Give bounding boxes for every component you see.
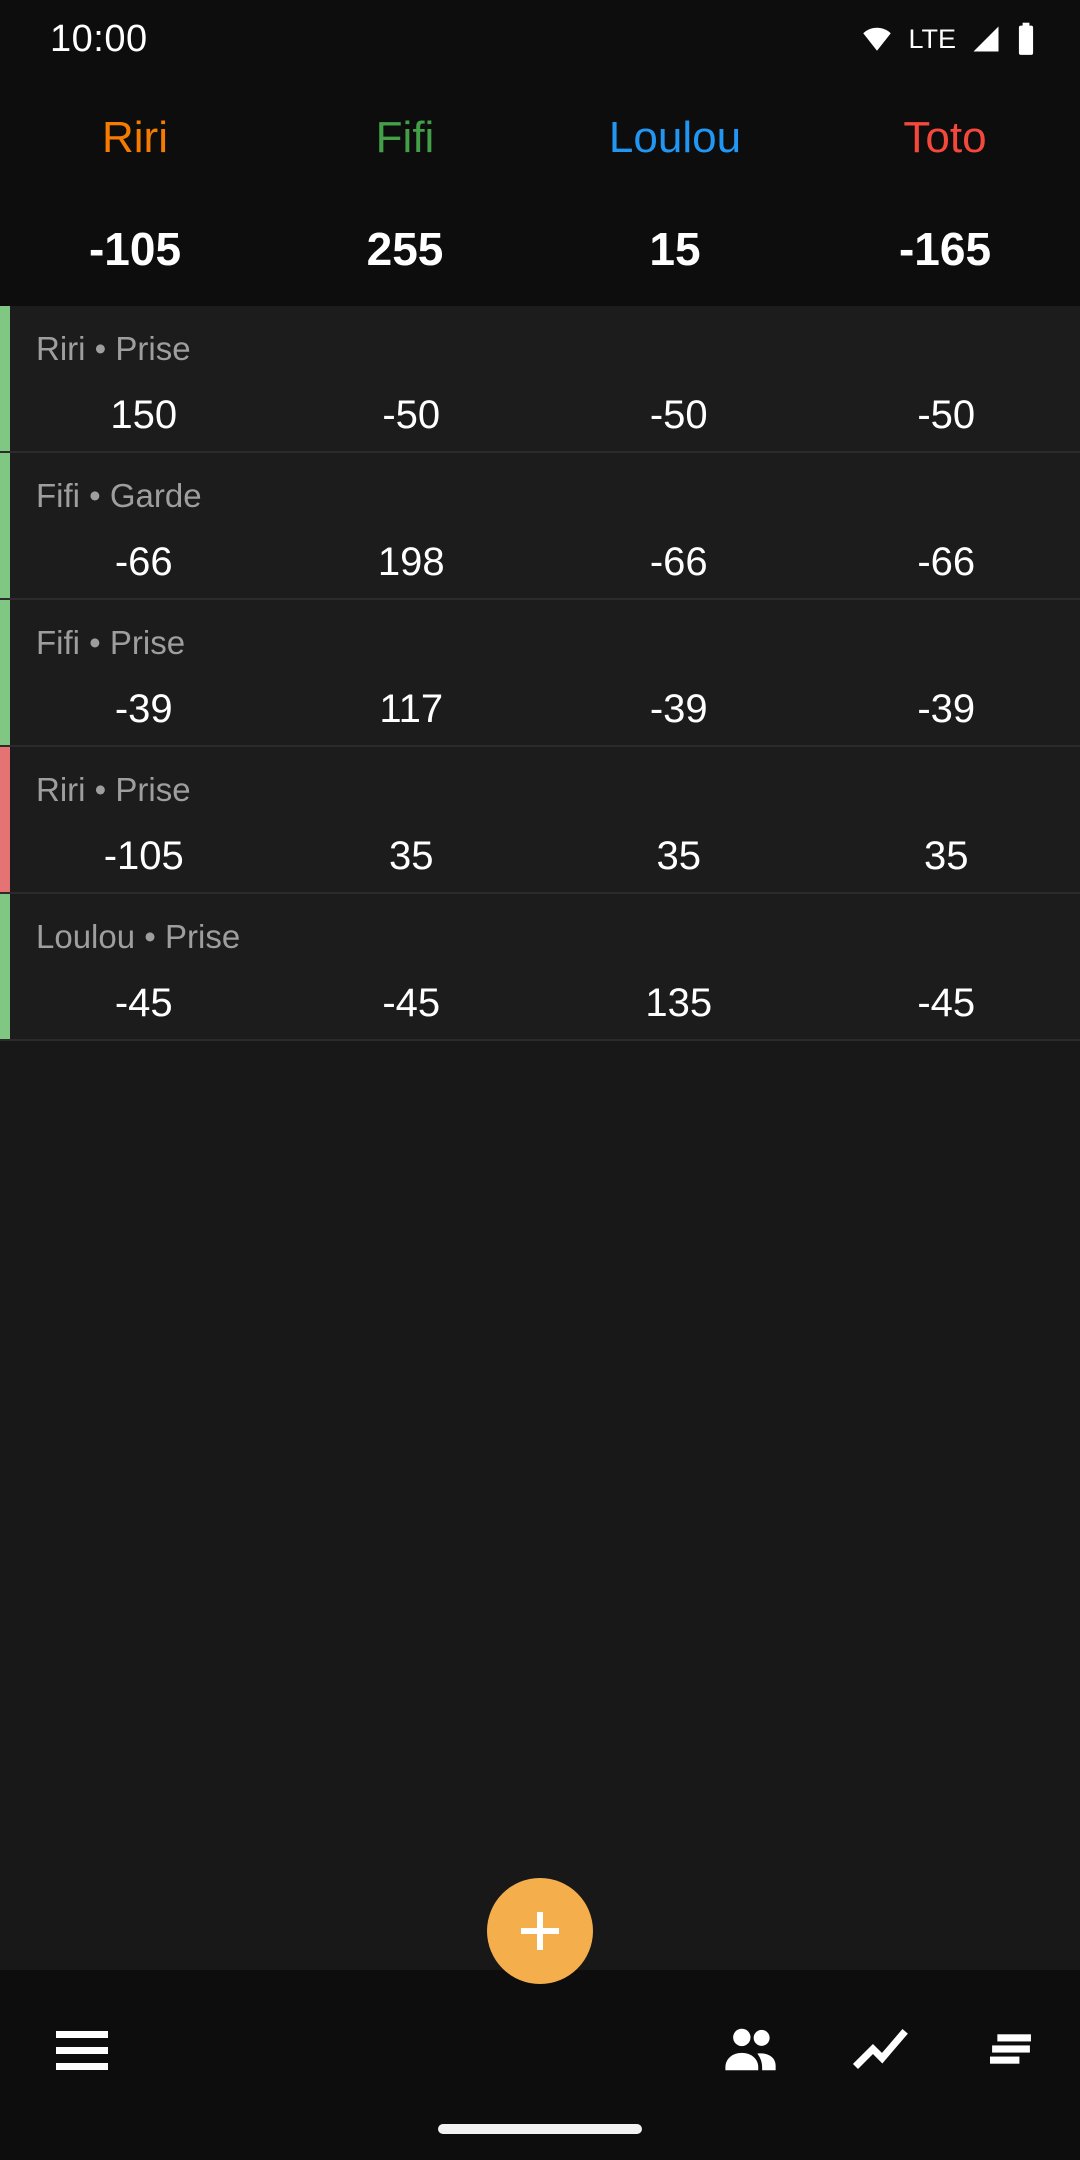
round-result-accent: [0, 747, 10, 892]
table-row[interactable]: Riri • Prise -105 35 35 35: [0, 747, 1080, 894]
plus-icon: [521, 1912, 559, 1950]
round-value-1: -45: [382, 981, 441, 1025]
round-label: Fifi • Prise: [36, 624, 186, 661]
player-total-cell-2: 15: [540, 226, 810, 272]
player-total-cell-1: 255: [270, 226, 540, 272]
round-values: -45 -45 135 -45: [10, 983, 1080, 1023]
status-bar: 10:00 LTE: [0, 0, 1080, 78]
system-gesture-bar: [438, 2124, 642, 2134]
round-label: Riri • Prise: [36, 330, 191, 367]
network-type-label: LTE: [908, 23, 956, 54]
round-value-2: -39: [649, 687, 708, 731]
table-row[interactable]: Riri • Prise 150 -50 -50 -50: [0, 306, 1080, 453]
people-icon: [722, 2026, 780, 2077]
round-value-2: 135: [645, 981, 713, 1025]
round-label: Fifi • Garde: [36, 477, 202, 514]
status-indicators: LTE: [860, 22, 1036, 56]
player-name-1: Fifi: [375, 113, 435, 162]
round-result-accent: [0, 306, 10, 451]
menu-button[interactable]: [42, 2011, 122, 2091]
table-row[interactable]: Fifi • Garde -66 198 -66 -66: [0, 453, 1080, 600]
player-column-0[interactable]: Riri: [0, 108, 270, 160]
player-name-2: Loulou: [608, 113, 742, 162]
round-value-1: 35: [389, 834, 434, 878]
players-button[interactable]: [708, 2011, 794, 2091]
player-total-3: -165: [898, 223, 992, 275]
round-value-0: -105: [103, 834, 184, 878]
player-name-0: Riri: [102, 113, 168, 162]
status-clock: 10:00: [50, 17, 148, 60]
round-label: Loulou • Prise: [36, 918, 241, 955]
player-total-0: -105: [88, 223, 182, 275]
hamburger-menu-icon: [56, 2031, 108, 2071]
stats-button[interactable]: [838, 2011, 924, 2091]
round-values: 150 -50 -50 -50: [10, 395, 1080, 435]
round-value-1: -50: [382, 393, 441, 437]
signal-icon: [970, 24, 1002, 54]
round-value-3: -45: [917, 981, 976, 1025]
scoreboard-header: Riri Fifi Loulou Toto -105 255 15 -165: [0, 78, 1080, 306]
bottom-nav-right-group: [708, 2011, 1054, 2091]
player-column-3[interactable]: Toto: [810, 108, 1080, 160]
sort-list-icon: [985, 2028, 1037, 2075]
wifi-icon: [860, 24, 894, 54]
player-total-cell-3: -165: [810, 226, 1080, 272]
table-row[interactable]: Loulou • Prise -45 -45 135 -45: [0, 894, 1080, 1041]
round-value-2: -66: [649, 540, 708, 584]
round-result-accent: [0, 600, 10, 745]
round-values: -66 198 -66 -66: [10, 542, 1080, 582]
rounds-empty-area: [0, 1041, 1080, 1941]
round-value-0: -45: [114, 981, 173, 1025]
table-row[interactable]: Fifi • Prise -39 117 -39 -39: [0, 600, 1080, 747]
battery-icon: [1016, 22, 1036, 56]
player-column-2[interactable]: Loulou: [540, 108, 810, 160]
round-label: Riri • Prise: [36, 771, 191, 808]
round-value-2: 35: [656, 834, 702, 878]
bottom-navigation-bar: [0, 1970, 1080, 2160]
round-value-3: -50: [917, 393, 976, 437]
player-total-1: 255: [366, 223, 444, 275]
round-result-accent: [0, 894, 10, 1039]
round-value-0: -66: [114, 540, 173, 584]
round-values: -39 117 -39 -39: [10, 689, 1080, 729]
round-value-1: 117: [379, 687, 444, 731]
round-value-2: -50: [649, 393, 708, 437]
round-value-1: 198: [377, 540, 445, 584]
bottom-nav-icons: [0, 2006, 1080, 2096]
player-total-2: 15: [649, 223, 701, 275]
player-totals-row: -105 255 15 -165: [0, 226, 1080, 272]
round-value-0: 150: [110, 393, 178, 437]
round-value-3: 35: [924, 834, 969, 878]
round-value-3: -66: [917, 540, 976, 584]
history-button[interactable]: [968, 2011, 1054, 2091]
trending-chart-icon: [852, 2026, 909, 2077]
app-root: 10:00 LTE Riri Fifi Loulou Toto -105 255…: [0, 0, 1080, 2160]
round-result-accent: [0, 453, 10, 598]
round-value-3: -39: [917, 687, 976, 731]
player-total-cell-0: -105: [0, 226, 270, 272]
round-value-0: -39: [114, 687, 173, 731]
player-names-row: Riri Fifi Loulou Toto: [0, 108, 1080, 160]
add-round-fab[interactable]: [487, 1878, 593, 1984]
player-name-3: Toto: [903, 113, 987, 162]
player-column-1[interactable]: Fifi: [270, 108, 540, 160]
round-values: -105 35 35 35: [10, 836, 1080, 876]
